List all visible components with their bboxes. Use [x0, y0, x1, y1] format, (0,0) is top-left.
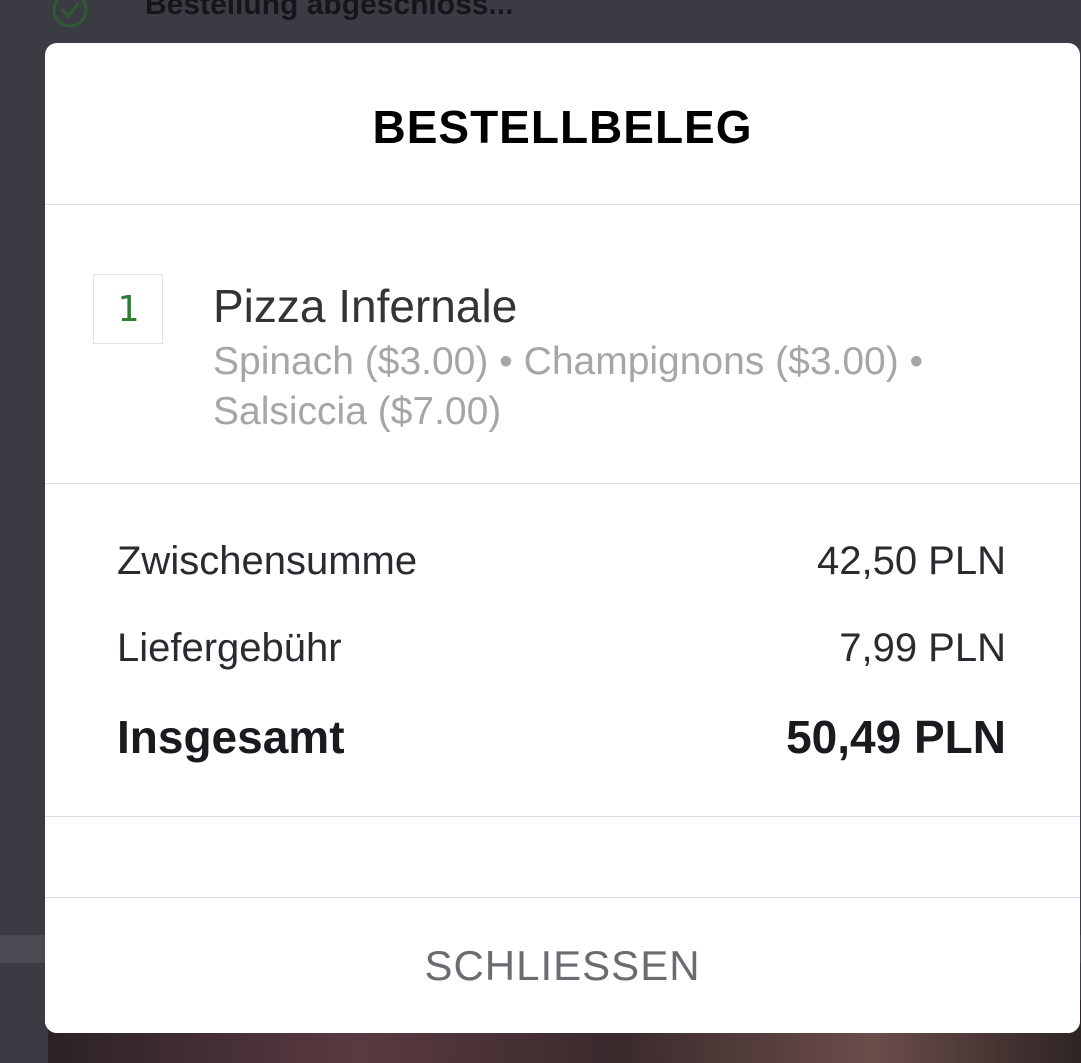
delivery-fee-value: 7,99 PLN	[839, 626, 1006, 670]
modal-header: BESTELLBELEG	[45, 43, 1080, 205]
modal-title: BESTELLBELEG	[372, 100, 753, 153]
subtotal-label: Zwischensumme	[117, 539, 418, 583]
total-label: Insgesamt	[117, 711, 345, 763]
close-button[interactable]: SCHLIESSEN	[45, 898, 1080, 1033]
order-status-text: Bestellung abgeschloss...	[145, 0, 514, 21]
subtotal-row: Zwischensumme 42,50 PLN	[117, 539, 1006, 584]
modal-spacer	[45, 817, 1080, 898]
order-receipt-modal: BESTELLBELEG 1 Pizza Infernale Spinach (…	[45, 43, 1080, 1033]
total-value: 50,49 PLN	[786, 711, 1006, 763]
item-name: Pizza Infernale	[213, 280, 518, 332]
item-quantity: 1	[93, 274, 163, 344]
delivery-fee-row: Liefergebühr 7,99 PLN	[117, 626, 1006, 671]
subtotal-value: 42,50 PLN	[816, 539, 1006, 583]
order-item: 1 Pizza Infernale Spinach ($3.00) • Cham…	[45, 205, 1080, 484]
total-row: Insgesamt 50,49 PLN	[117, 710, 1006, 764]
check-circle-icon	[52, 0, 88, 28]
item-options: Spinach ($3.00) • Champignons ($3.00) • …	[213, 340, 924, 433]
delivery-fee-label: Liefergebühr	[117, 626, 342, 670]
background-order-status: Bestellung abgeschloss...	[0, 0, 1081, 42]
totals-section: Zwischensumme 42,50 PLN Liefergebühr 7,9…	[45, 484, 1080, 817]
